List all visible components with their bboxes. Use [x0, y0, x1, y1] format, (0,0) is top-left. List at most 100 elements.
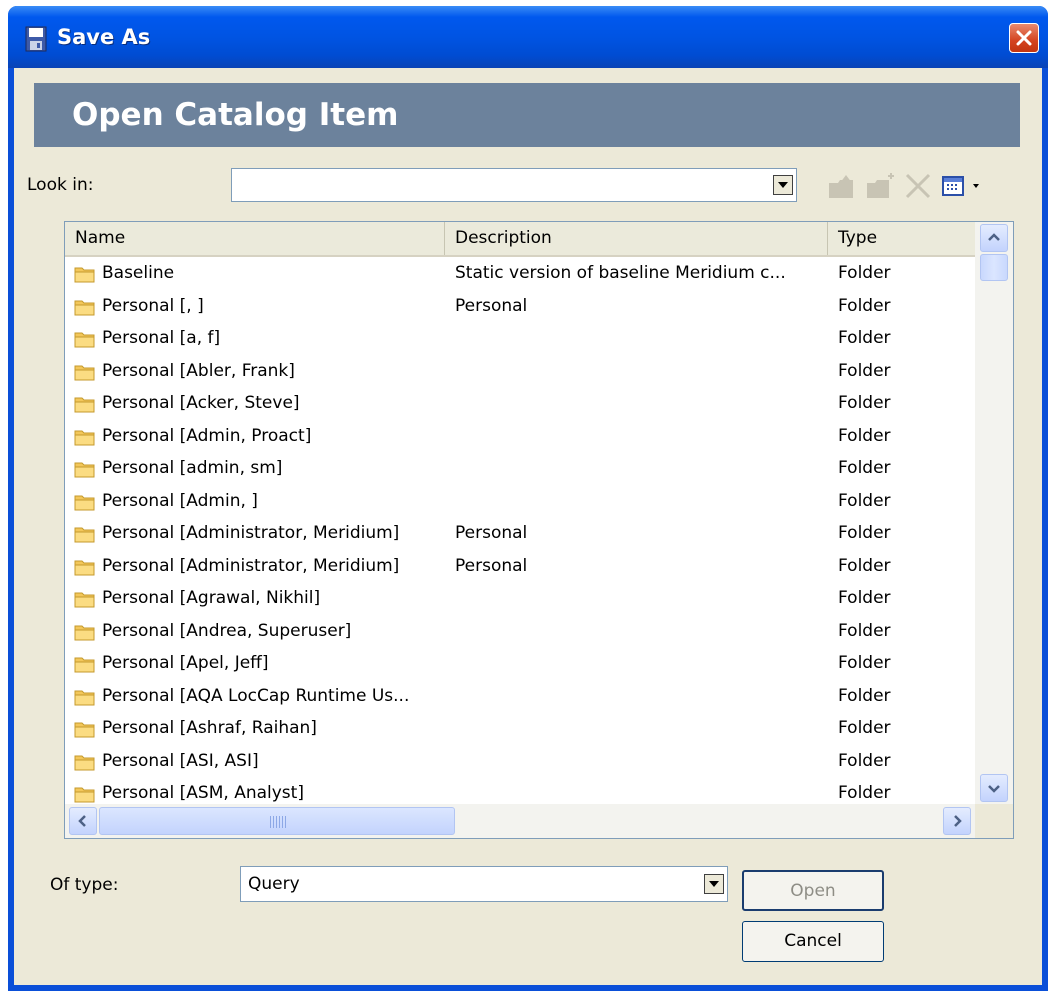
folder-icon	[74, 560, 95, 575]
of-type-value: Query	[248, 874, 300, 894]
folder-icon	[74, 300, 95, 315]
folder-icon	[74, 592, 95, 608]
list-item[interactable]: Personal [Ashraf, Raihan] Folder	[65, 713, 975, 745]
item-name: Personal [AQA LocCap Runtime Us...	[102, 685, 410, 706]
save-as-window: Save As Open Catalog Item Look in: Name …	[8, 6, 1048, 991]
folder-icon	[74, 657, 95, 673]
item-name: Personal [Abler, Frank]	[102, 360, 295, 381]
folder-icon	[74, 755, 95, 770]
item-type: Folder	[838, 718, 891, 738]
list-item[interactable]: Personal [Acker, Steve] Folder	[65, 388, 975, 420]
item-name: Personal [Administrator, Meridium]	[102, 555, 400, 576]
chevron-down-icon	[988, 785, 1000, 793]
folder-icon	[74, 365, 95, 380]
list-item[interactable]: Baseline Static version of baseline Merid…	[65, 258, 975, 290]
scroll-left-button[interactable]	[69, 807, 97, 835]
folder-icon	[74, 495, 95, 510]
list-item[interactable]: Personal [admin, sm] Folder	[65, 453, 975, 485]
item-type: Folder	[838, 360, 891, 381]
item-type: Folder	[838, 523, 891, 543]
folder-icon	[74, 787, 95, 803]
item-type: Folder	[838, 588, 891, 608]
open-button[interactable]: Open	[742, 870, 884, 911]
item-type: Folder	[838, 458, 891, 478]
list-header: Name Description Type	[65, 222, 975, 257]
folder-icon	[74, 332, 95, 348]
column-header-description[interactable]: Description	[445, 222, 828, 255]
list-item[interactable]: Personal [AQA LocCap Runtime Us... Folder	[65, 681, 975, 713]
list-item[interactable]: Personal [ASI, ASI] Folder	[65, 746, 975, 778]
cancel-button[interactable]: Cancel	[742, 921, 884, 962]
look-in-label: Look in:	[27, 175, 94, 195]
look-in-dropdown[interactable]	[231, 168, 797, 202]
item-type: Folder	[838, 555, 891, 576]
item-name: Personal [Agrawal, Nikhil]	[102, 588, 321, 608]
chevron-left-icon	[78, 815, 86, 827]
view-menu-icon[interactable]	[940, 171, 988, 201]
item-type: Folder	[838, 328, 891, 348]
item-name: Personal [a, f]	[102, 328, 221, 348]
item-type: Folder	[838, 425, 891, 446]
item-description: Static version of baseline Meridium c...	[455, 263, 786, 283]
vertical-scrollbar[interactable]	[975, 222, 1013, 804]
item-type: Folder	[838, 490, 891, 511]
of-type-dropdown[interactable]: Query	[240, 866, 728, 902]
chevron-up-icon	[988, 233, 1000, 241]
scroll-grip	[270, 816, 286, 828]
list-item[interactable]: Personal [a, f] Folder	[65, 323, 975, 355]
vertical-scroll-thumb[interactable]	[980, 254, 1008, 281]
item-name: Personal [Apel, Jeff]	[102, 653, 269, 673]
folder-icon	[74, 527, 95, 543]
scroll-up-button[interactable]	[980, 224, 1008, 252]
item-name: Personal [, ]	[102, 295, 204, 316]
list-item[interactable]: Personal [Admin, Proact] Folder	[65, 421, 975, 453]
list-item[interactable]: Personal [Apel, Jeff] Folder	[65, 648, 975, 680]
item-name: Personal [Andrea, Superuser]	[102, 620, 352, 641]
list-item[interactable]: Personal [Administrator, Meridium] Person…	[65, 518, 975, 550]
folder-icon	[74, 722, 95, 738]
chevron-down-icon[interactable]	[704, 874, 724, 894]
list-item[interactable]: Personal [Andrea, Superuser] Folder	[65, 616, 975, 648]
folder-icon	[74, 690, 95, 705]
item-description: Personal	[455, 555, 528, 576]
item-name: Personal [Administrator, Meridium]	[102, 523, 400, 543]
folder-icon	[74, 397, 95, 413]
list-item[interactable]: Personal [, ] Personal Folder	[65, 291, 975, 323]
list-item[interactable]: Personal [Abler, Frank] Folder	[65, 356, 975, 388]
folder-icon	[74, 462, 95, 478]
header-band: Open Catalog Item	[34, 83, 1020, 147]
item-name: Personal [Admin, ]	[102, 490, 258, 511]
item-description: Personal	[455, 295, 528, 316]
item-type: Folder	[838, 263, 891, 283]
page-title: Open Catalog Item	[72, 97, 399, 133]
new-folder-icon[interactable]	[864, 171, 896, 201]
item-name: Personal [Ashraf, Raihan]	[102, 718, 317, 738]
item-name: Personal [ASM, Analyst]	[102, 783, 304, 803]
folder-icon	[74, 267, 95, 283]
scroll-down-button[interactable]	[980, 774, 1008, 802]
horizontal-scrollbar[interactable]	[65, 804, 975, 838]
item-name: Personal [ASI, ASI]	[102, 750, 259, 771]
item-name: Personal [Admin, Proact]	[102, 425, 312, 446]
list-item[interactable]: Personal [Admin, ] Folder	[65, 486, 975, 518]
chevron-right-icon	[954, 815, 962, 827]
column-header-name[interactable]: Name	[65, 222, 445, 255]
window-title: Save As	[57, 25, 151, 49]
item-type: Folder	[838, 685, 891, 706]
scroll-right-button[interactable]	[943, 807, 971, 835]
chevron-down-icon[interactable]	[773, 175, 793, 195]
item-type: Folder	[838, 750, 891, 771]
list-item[interactable]: Personal [Agrawal, Nikhil] Folder	[65, 583, 975, 615]
up-folder-icon[interactable]	[826, 171, 858, 201]
dialog-client-area: Open Catalog Item Look in: Name Descript…	[14, 68, 1042, 985]
list-item[interactable]: Personal [Administrator, Meridium] Person…	[65, 551, 975, 583]
item-name: Personal [Acker, Steve]	[102, 393, 300, 413]
close-button[interactable]	[1009, 23, 1039, 53]
item-type: Folder	[838, 295, 891, 316]
delete-icon[interactable]	[903, 171, 933, 201]
title-bar[interactable]: Save As	[8, 6, 1048, 68]
column-header-type[interactable]: Type	[828, 222, 975, 255]
close-icon	[1016, 30, 1032, 46]
horizontal-scroll-thumb[interactable]	[99, 807, 455, 835]
item-type: Folder	[838, 783, 891, 803]
